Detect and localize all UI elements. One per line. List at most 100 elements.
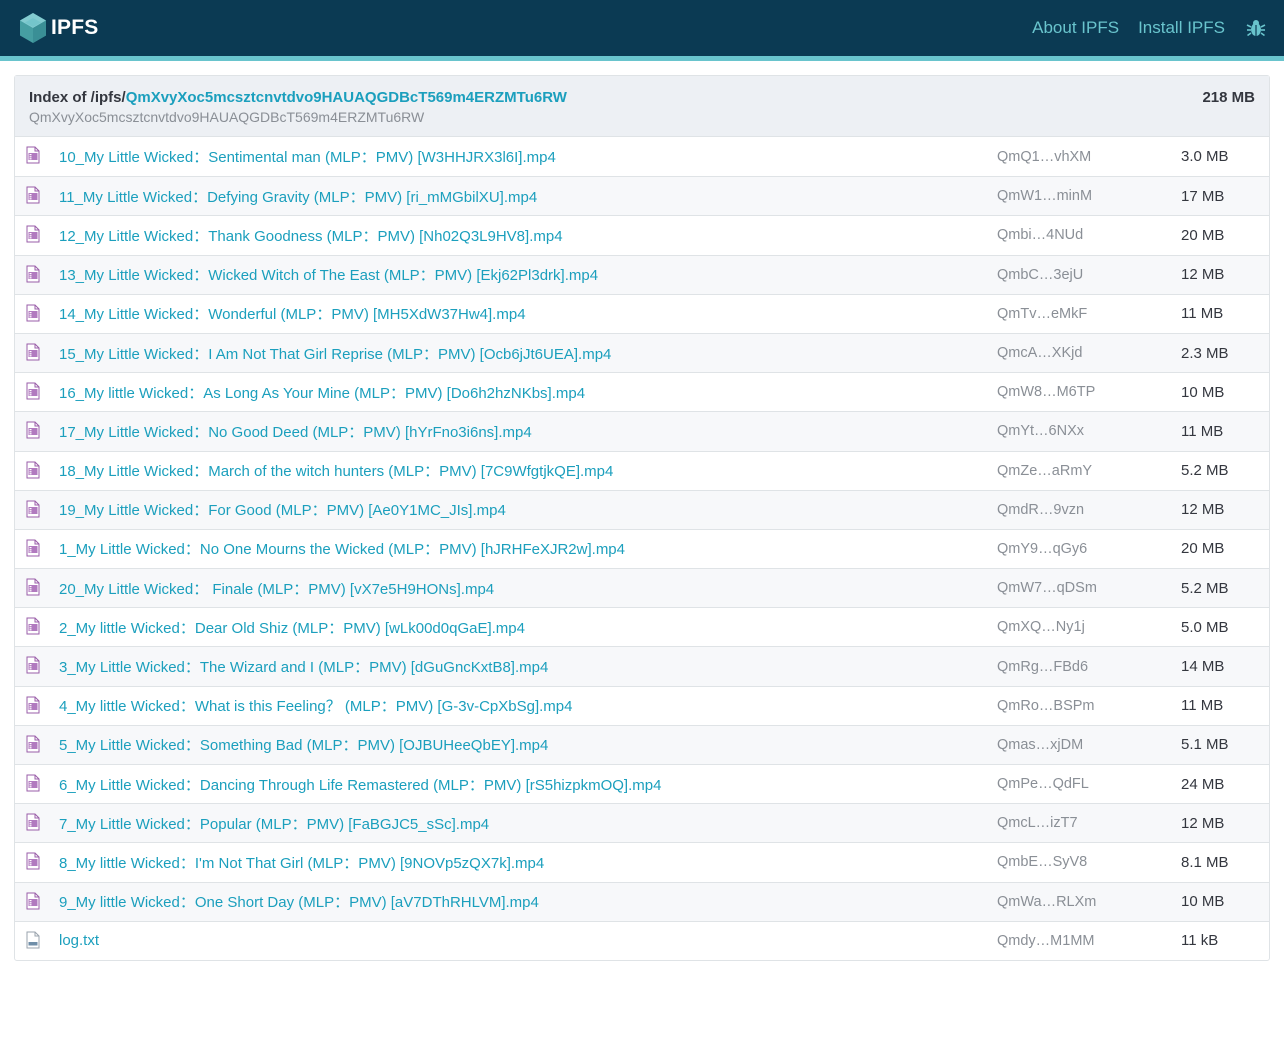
ipfs-logo[interactable]: IPFS: [19, 12, 98, 44]
file-name-link[interactable]: 19_My Little Wicked：For Good (MLP：PMV) […: [59, 499, 506, 520]
file-name-link[interactable]: 7_My Little Wicked：Popular (MLP：PMV) [Fa…: [59, 813, 489, 834]
file-size: 11 MB: [1181, 305, 1224, 323]
table-row: 2_My little Wicked：Dear Old Shiz (MLP：PM…: [15, 607, 1269, 646]
file-hash[interactable]: Qmbi…4NUd: [997, 227, 1083, 243]
table-row: 15_My Little Wicked：I Am Not That Girl R…: [15, 332, 1269, 373]
file-size: 20 MB: [1181, 540, 1225, 558]
video-file-icon: [26, 813, 40, 831]
file-name-link[interactable]: 2_My little Wicked：Dear Old Shiz (MLP：PM…: [59, 617, 525, 638]
table-row: 13_My Little Wicked：Wicked Witch of The …: [15, 254, 1269, 294]
table-row: 14_My Little Wicked：Wonderful (MLP：PMV) …: [15, 293, 1269, 333]
top-bar: IPFS About IPFS Install IPFS: [0, 0, 1284, 61]
file-hash[interactable]: Qmdy…M1MM: [997, 933, 1094, 949]
table-row: log.txt Qmdy…M1MM 11 kB: [15, 920, 1269, 960]
file-name-link[interactable]: 20_My Little Wicked： Finale (MLP：PMV) [v…: [59, 578, 494, 599]
file-name-link[interactable]: log.txt: [59, 932, 99, 949]
file-hash[interactable]: QmbE…SyV8: [997, 854, 1087, 870]
video-file-icon: [26, 225, 40, 243]
file-name-link[interactable]: 10_My Little Wicked：Sentimental man (MLP…: [59, 146, 556, 167]
brand-name: IPFS: [51, 16, 99, 39]
file-name-link[interactable]: 1_My Little Wicked：No One Mourns the Wic…: [59, 538, 625, 559]
table-row: 19_My Little Wicked：For Good (MLP：PMV) […: [15, 489, 1269, 529]
file-hash[interactable]: QmQ1…vhXM: [997, 149, 1091, 165]
video-file-icon: [26, 774, 40, 792]
table-row: 5_My Little Wicked：Something Bad (MLP：PM…: [15, 724, 1269, 764]
table-row: 20_My Little Wicked： Finale (MLP：PMV) [v…: [15, 568, 1269, 608]
video-file-icon: [26, 617, 40, 635]
file-name-link[interactable]: 4_My little Wicked：What is this Feeling？…: [59, 695, 572, 716]
file-hash[interactable]: QmTv…eMkF: [997, 306, 1087, 322]
index-prefix: Index of /ipfs/: [29, 89, 126, 106]
about-ipfs-link[interactable]: About IPFS: [1032, 18, 1119, 38]
video-file-icon: [26, 461, 40, 479]
file-hash[interactable]: QmW8…M6TP: [997, 384, 1095, 400]
file-name-link[interactable]: 6_My Little Wicked：Dancing Through Life …: [59, 774, 661, 795]
file-name-link[interactable]: 15_My Little Wicked：I Am Not That Girl R…: [59, 343, 611, 364]
bug-icon[interactable]: [1246, 18, 1266, 38]
file-size: 5.2 MB: [1181, 579, 1229, 597]
file-hash[interactable]: Qmas…xjDM: [997, 737, 1083, 753]
file-hash[interactable]: QmXQ…Ny1j: [997, 619, 1085, 635]
file-hash[interactable]: QmbC…3ejU: [997, 267, 1083, 283]
file-size: 12 MB: [1181, 266, 1225, 284]
file-size: 11 kB: [1181, 932, 1219, 950]
video-file-icon: [26, 735, 40, 753]
file-size: 24 MB: [1181, 775, 1225, 793]
file-size: 14 MB: [1181, 658, 1225, 676]
file-size: 5.0 MB: [1181, 618, 1229, 636]
file-name-link[interactable]: 3_My Little Wicked：The Wizard and I (MLP…: [59, 656, 548, 677]
table-row: 16_My little Wicked：As Long As Your Mine…: [15, 372, 1269, 411]
file-size: 3.0 MB: [1181, 148, 1229, 166]
file-hash[interactable]: QmYt…6NXx: [997, 423, 1084, 439]
file-hash[interactable]: QmWa…RLXm: [997, 894, 1096, 910]
file-name-link[interactable]: 11_My Little Wicked：Defying Gravity (MLP…: [59, 186, 537, 207]
file-size: 12 MB: [1181, 501, 1225, 519]
file-hash[interactable]: QmcA…XKjd: [997, 345, 1082, 361]
video-file-icon: [26, 696, 40, 714]
install-ipfs-link[interactable]: Install IPFS: [1138, 18, 1225, 38]
file-hash[interactable]: QmW1…minM: [997, 188, 1092, 204]
file-name-link[interactable]: 12_My Little Wicked：Thank Goodness (MLP：…: [59, 225, 563, 246]
video-file-icon: [26, 421, 40, 439]
table-row: 11_My Little Wicked：Defying Gravity (MLP…: [15, 176, 1269, 216]
video-file-icon: [26, 656, 40, 674]
table-row: 12_My Little Wicked：Thank Goodness (MLP：…: [15, 215, 1269, 254]
file-hash[interactable]: QmcL…izT7: [997, 815, 1078, 831]
file-name-link[interactable]: 9_My little Wicked：One Short Day (MLP：PM…: [59, 891, 539, 912]
file-hash[interactable]: QmRg…FBd6: [997, 659, 1088, 675]
file-hash[interactable]: QmPe…QdFL: [997, 776, 1089, 792]
file-size: 20 MB: [1181, 226, 1225, 244]
table-row: 9_My little Wicked：One Short Day (MLP：PM…: [15, 881, 1269, 921]
file-name-link[interactable]: 5_My Little Wicked：Something Bad (MLP：PM…: [59, 734, 548, 755]
table-row: 8_My little Wicked：I'm Not That Girl (ML…: [15, 842, 1269, 881]
file-name-link[interactable]: 18_My Little Wicked：March of the witch h…: [59, 460, 613, 481]
file-hash[interactable]: QmZe…aRmY: [997, 463, 1092, 479]
file-name-link[interactable]: 14_My Little Wicked：Wonderful (MLP：PMV) …: [59, 303, 526, 324]
video-file-icon: [26, 186, 40, 204]
directory-listing: Index of /ipfs/QmXvyXoc5mcsztcnvtdvo9HAU…: [14, 75, 1270, 961]
file-size: 10 MB: [1181, 383, 1225, 401]
table-row: 3_My Little Wicked：The Wizard and I (MLP…: [15, 646, 1269, 686]
video-file-icon: [26, 343, 40, 361]
video-file-icon: [26, 500, 40, 518]
file-hash[interactable]: QmdR…9vzn: [997, 502, 1084, 518]
file-size: 10 MB: [1181, 893, 1225, 911]
table-row: 18_My Little Wicked：March of the witch h…: [15, 450, 1269, 490]
cid-subtitle: QmXvyXoc5mcsztcnvtdvo9HAUAQGDBcT569m4ERZ…: [29, 109, 425, 125]
video-file-icon: [26, 892, 40, 910]
file-hash[interactable]: QmW7…qDSm: [997, 580, 1097, 596]
file-size: 11 MB: [1181, 697, 1224, 715]
file-hash[interactable]: QmY9…qGy6: [997, 541, 1087, 557]
text-file-icon: [26, 931, 40, 949]
ipfs-cube-icon: [20, 13, 46, 43]
file-name-link[interactable]: 8_My little Wicked：I'm Not That Girl (ML…: [59, 852, 544, 873]
video-file-icon: [26, 578, 40, 596]
video-file-icon: [26, 265, 40, 283]
file-hash[interactable]: QmRo…BSPm: [997, 698, 1095, 714]
file-name-link[interactable]: 13_My Little Wicked：Wicked Witch of The …: [59, 264, 598, 285]
video-file-icon: [26, 304, 40, 322]
file-size: 12 MB: [1181, 814, 1225, 832]
cid-link[interactable]: QmXvyXoc5mcsztcnvtdvo9HAUAQGDBcT569m4ERZ…: [126, 89, 567, 106]
file-name-link[interactable]: 17_My Little Wicked：No Good Deed (MLP：PM…: [59, 421, 532, 442]
file-name-link[interactable]: 16_My little Wicked：As Long As Your Mine…: [59, 382, 585, 403]
